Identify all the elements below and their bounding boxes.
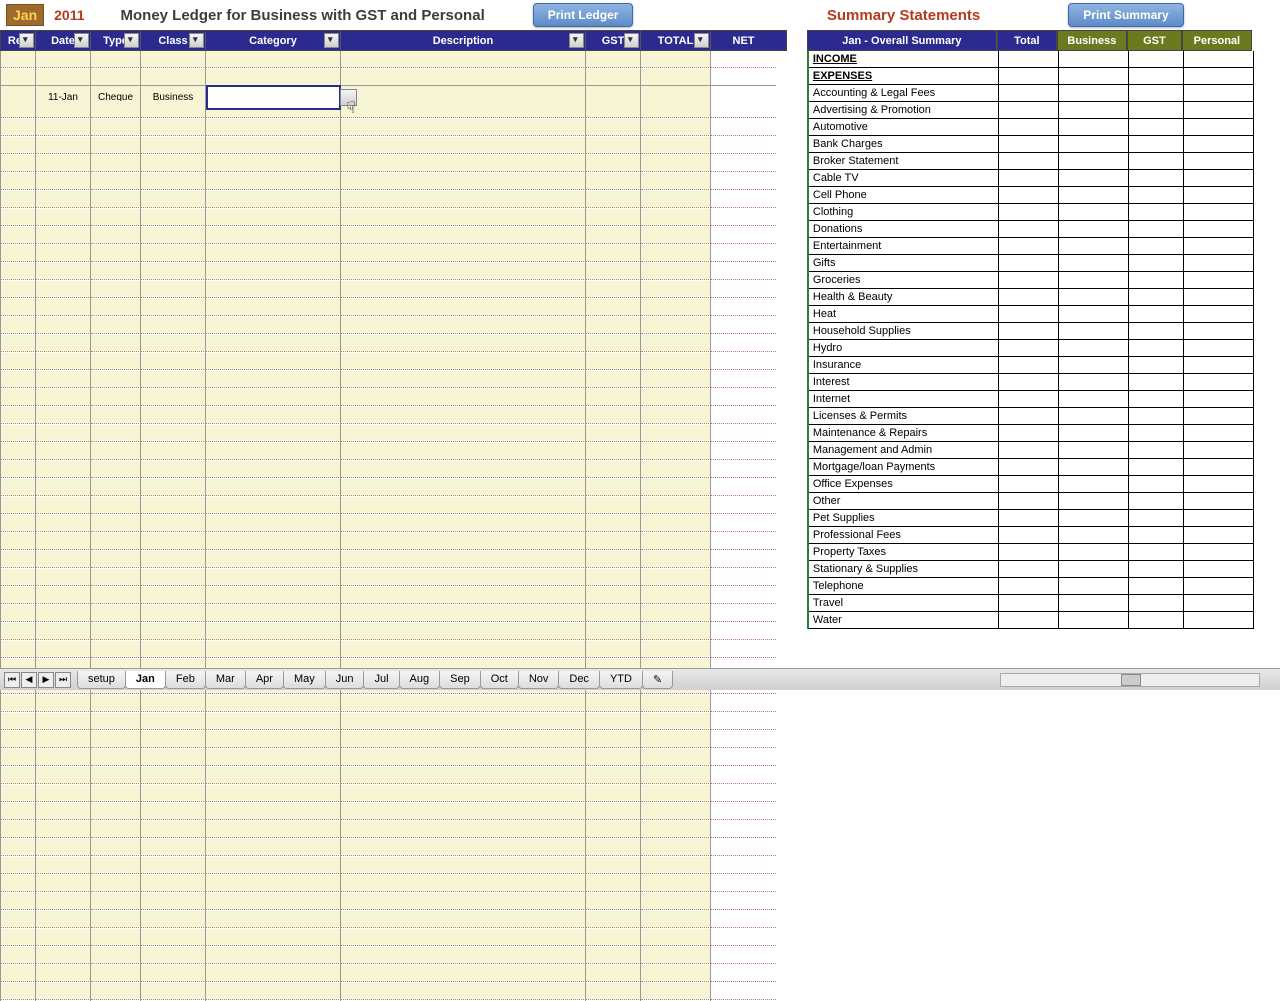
col-category[interactable]: Category: [206, 31, 341, 50]
summary-row: Mortgage/loan Payments: [809, 459, 1280, 476]
page-title: Money Ledger for Business with GST and P…: [121, 7, 485, 24]
ledger-header: Rec Date Type Class Category Description…: [0, 30, 787, 51]
sheet-tabs-bar: ⏮ ◀ ▶ ⏭ setupJanFebMarAprMayJunJulAugSep…: [0, 668, 1280, 690]
summary-row: Professional Fees: [809, 527, 1280, 544]
col-class[interactable]: Class: [141, 31, 206, 50]
summary-row: Automotive: [809, 119, 1280, 136]
summary-col-business: Business: [1057, 30, 1127, 51]
summary-col-total: Total: [997, 30, 1057, 51]
horizontal-scrollbar[interactable]: [1000, 673, 1260, 687]
summary-row: Hydro: [809, 340, 1280, 357]
summary-title: Summary Statements: [827, 7, 980, 24]
summary-row: Accounting & Legal Fees: [809, 85, 1280, 102]
summary-row: Entertainment: [809, 238, 1280, 255]
filter-icon[interactable]: [324, 33, 339, 48]
sheet-tab-nov[interactable]: Nov: [518, 671, 560, 689]
summary-row: Interest: [809, 374, 1280, 391]
filter-icon[interactable]: [74, 33, 89, 48]
new-sheet-icon[interactable]: ✎: [642, 671, 673, 689]
sheet-tab-jan[interactable]: Jan: [125, 671, 166, 689]
summary-header: Jan - Overall Summary Total Business GST…: [807, 30, 1280, 51]
sheet-tab-feb[interactable]: Feb: [165, 671, 206, 689]
summary-row: Telephone: [809, 578, 1280, 595]
filter-icon[interactable]: [624, 33, 639, 48]
sheet-tab-jun[interactable]: Jun: [325, 671, 365, 689]
month-badge: Jan: [6, 4, 44, 26]
summary-row: Water: [809, 612, 1280, 629]
sheet-tab-ytd[interactable]: YTD: [599, 671, 643, 689]
tab-nav-next[interactable]: ▶: [38, 672, 54, 688]
ledger-data-row[interactable]: 11-JanChequeBusiness: [1, 85, 787, 101]
summary-row: Management and Admin: [809, 442, 1280, 459]
sheet-tab-jul[interactable]: Jul: [363, 671, 399, 689]
tab-nav-last[interactable]: ⏭: [55, 672, 71, 688]
sheet-tab-dec[interactable]: Dec: [558, 671, 600, 689]
col-net: NET: [711, 31, 776, 50]
summary-row: Cell Phone: [809, 187, 1280, 204]
sheet-tab-aug[interactable]: Aug: [399, 671, 441, 689]
summary-col-personal: Personal: [1182, 30, 1252, 51]
print-ledger-button[interactable]: Print Ledger: [533, 3, 634, 27]
summary-row: Clothing: [809, 204, 1280, 221]
col-total[interactable]: TOTAL: [641, 31, 711, 50]
cell-dropdown-button[interactable]: [340, 89, 357, 106]
filter-icon[interactable]: [694, 33, 709, 48]
summary-body: INCOMEEXPENSESAccounting & Legal FeesAdv…: [807, 51, 1280, 629]
summary-row: Stationary & Supplies: [809, 561, 1280, 578]
summary-row: Maintenance & Repairs: [809, 425, 1280, 442]
summary-row: Health & Beauty: [809, 289, 1280, 306]
col-type[interactable]: Type: [91, 31, 141, 50]
filter-icon[interactable]: [124, 33, 139, 48]
summary-row: Property Taxes: [809, 544, 1280, 561]
summary-row: Office Expenses: [809, 476, 1280, 493]
summary-row: Internet: [809, 391, 1280, 408]
summary-row: Pet Supplies: [809, 510, 1280, 527]
summary-row: Cable TV: [809, 170, 1280, 187]
col-description[interactable]: Description: [341, 31, 586, 50]
summary-row: Travel: [809, 595, 1280, 612]
summary-row: Other: [809, 493, 1280, 510]
summary-row: Groceries: [809, 272, 1280, 289]
sheet-tab-mar[interactable]: Mar: [205, 671, 246, 689]
filter-icon[interactable]: [569, 33, 584, 48]
col-rec[interactable]: Rec: [1, 31, 36, 50]
summary-row: Licenses & Permits: [809, 408, 1280, 425]
ledger-body[interactable]: 11-JanChequeBusiness: [0, 51, 787, 1001]
summary-row: Bank Charges: [809, 136, 1280, 153]
sheet-tab-sep[interactable]: Sep: [439, 671, 481, 689]
summary-col-main: Jan - Overall Summary: [807, 30, 997, 51]
summary-row: Broker Statement: [809, 153, 1280, 170]
col-date[interactable]: Date: [36, 31, 91, 50]
summary-row: Household Supplies: [809, 323, 1280, 340]
summary-row: INCOME: [809, 51, 1280, 68]
tab-nav-prev[interactable]: ◀: [21, 672, 37, 688]
sheet-tab-setup[interactable]: setup: [77, 671, 126, 689]
summary-row: EXPENSES: [809, 68, 1280, 85]
filter-icon[interactable]: [189, 33, 204, 48]
summary-row: Gifts: [809, 255, 1280, 272]
summary-col-gst: GST: [1127, 30, 1182, 51]
tab-nav-first[interactable]: ⏮: [4, 672, 20, 688]
print-summary-button[interactable]: Print Summary: [1068, 3, 1183, 27]
sheet-tab-may[interactable]: May: [283, 671, 326, 689]
filter-icon[interactable]: [19, 33, 34, 48]
summary-row: Heat: [809, 306, 1280, 323]
sheet-tab-oct[interactable]: Oct: [480, 671, 519, 689]
sheet-tab-apr[interactable]: Apr: [245, 671, 284, 689]
summary-row: Donations: [809, 221, 1280, 238]
summary-row: Insurance: [809, 357, 1280, 374]
year-label: 2011: [52, 7, 84, 23]
summary-row: Advertising & Promotion: [809, 102, 1280, 119]
col-gst[interactable]: GST: [586, 31, 641, 50]
